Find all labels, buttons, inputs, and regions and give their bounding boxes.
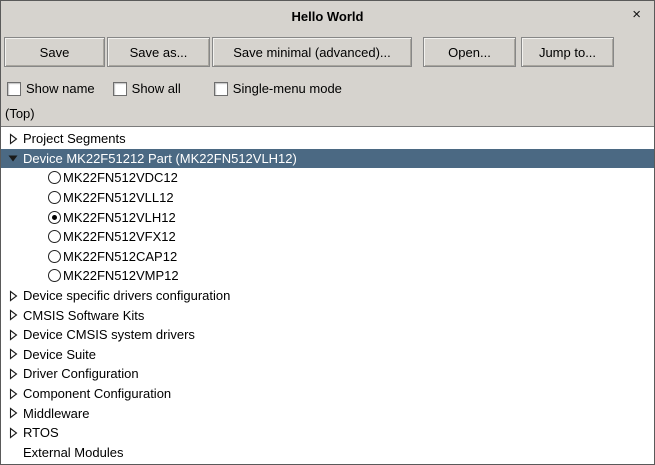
radio-button-icon[interactable] (48, 230, 61, 243)
expander-icon[interactable] (7, 309, 19, 321)
tree-item-label: CMSIS Software Kits (23, 308, 144, 323)
tree-item-mk22fn512vlh12[interactable]: MK22FN512VLH12 (1, 207, 654, 227)
options-row: Show name Show all Single-menu mode (1, 71, 654, 96)
top-label: (Top) (1, 96, 654, 126)
expander-icon[interactable] (7, 388, 19, 400)
tree-item-cmsis-software-kits[interactable]: CMSIS Software Kits (1, 305, 654, 325)
triangle-right-icon[interactable] (7, 290, 19, 302)
radio-dot (52, 215, 57, 220)
tree-item-label: Middleware (23, 406, 89, 421)
tree: Project Segments Device MK22F51212 Part (… (1, 126, 654, 464)
radio-button-icon[interactable] (48, 211, 61, 224)
triangle-right-icon[interactable] (7, 133, 19, 145)
expander-icon[interactable] (7, 407, 19, 419)
expander-icon[interactable] (7, 152, 19, 164)
radio-button-icon[interactable] (48, 269, 61, 282)
triangle-down-icon[interactable] (7, 152, 19, 164)
open-button[interactable]: Open... (423, 37, 516, 67)
tree-item-label: Driver Configuration (23, 366, 139, 381)
radio-button-icon[interactable] (48, 171, 61, 184)
save-as-button[interactable]: Save as... (107, 37, 210, 67)
tree-item-label: MK22FN512VFX12 (63, 229, 176, 244)
jump-to-button[interactable]: Jump to... (521, 37, 614, 67)
toolbar: SaveSave as...Save minimal (advanced)...… (1, 31, 654, 71)
checkbox-box-icon[interactable] (214, 82, 228, 96)
triangle-right-icon[interactable] (7, 348, 19, 360)
tree-item-label: Device MK22F51212 Part (MK22FN512VLH12) (23, 151, 297, 166)
save-minimal-advanced-button[interactable]: Save minimal (advanced)... (212, 37, 412, 67)
tree-item-label: Component Configuration (23, 386, 171, 401)
close-icon[interactable]: × (632, 7, 641, 22)
tree-item-label: Device Suite (23, 347, 96, 362)
triangle-right-icon[interactable] (7, 388, 19, 400)
tree-item-mk22fn512vfx12[interactable]: MK22FN512VFX12 (1, 227, 654, 247)
expander-icon[interactable] (7, 348, 19, 360)
tree-item-driver-configuration[interactable]: Driver Configuration (1, 364, 654, 384)
tree-item-label: MK22FN512VDC12 (63, 170, 178, 185)
checkbox-label: Single-menu mode (233, 81, 342, 96)
radio-button-icon[interactable] (48, 191, 61, 204)
tree-item-mk22fn512cap12[interactable]: MK22FN512CAP12 (1, 247, 654, 267)
checkbox-show-name[interactable]: Show name (7, 81, 95, 96)
triangle-right-icon[interactable] (7, 309, 19, 321)
tree-item-project-segments[interactable]: Project Segments (1, 129, 654, 149)
checkbox-single-menu-mode[interactable]: Single-menu mode (214, 81, 342, 96)
expander-icon[interactable] (7, 368, 19, 380)
tree-item-mk22fn512vdc12[interactable]: MK22FN512VDC12 (1, 168, 654, 188)
triangle-right-icon[interactable] (7, 407, 19, 419)
tree-item-mk22fn512vll12[interactable]: MK22FN512VLL12 (1, 188, 654, 208)
triangle-right-icon[interactable] (7, 368, 19, 380)
tree-item-rtos[interactable]: RTOS (1, 423, 654, 443)
checkbox-box-icon[interactable] (7, 82, 21, 96)
tree-item-device-suite[interactable]: Device Suite (1, 345, 654, 365)
tree-item-label: Device specific drivers configuration (23, 288, 230, 303)
tree-item-label: Project Segments (23, 131, 126, 146)
window: Hello World × SaveSave as...Save minimal… (0, 0, 655, 465)
tree-item-label: MK22FN512VLL12 (63, 190, 174, 205)
tree-item-label: MK22FN512CAP12 (63, 249, 177, 264)
expander-icon[interactable] (7, 290, 19, 302)
expander-icon[interactable] (7, 427, 19, 439)
tree-item-label: MK22FN512VLH12 (63, 210, 176, 225)
triangle-right-icon[interactable] (7, 329, 19, 341)
tree-item-middleware[interactable]: Middleware (1, 403, 654, 423)
tree-item-component-configuration[interactable]: Component Configuration (1, 384, 654, 404)
tree-item-label: Device CMSIS system drivers (23, 327, 195, 342)
triangle-right-icon[interactable] (7, 427, 19, 439)
tree-item-device-specific-drivers-configuration[interactable]: Device specific drivers configuration (1, 286, 654, 306)
titlebar: Hello World × (1, 1, 654, 31)
expander-icon[interactable] (7, 329, 19, 341)
tree-item-device-cmsis-system-drivers[interactable]: Device CMSIS system drivers (1, 325, 654, 345)
checkbox-label: Show all (132, 81, 181, 96)
tree-item-mk22fn512vmp12[interactable]: MK22FN512VMP12 (1, 266, 654, 286)
tree-item-device-mk22f51212-part-mk22fn512vlh12[interactable]: Device MK22F51212 Part (MK22FN512VLH12) (1, 149, 654, 169)
tree-item-label: RTOS (23, 425, 59, 440)
window-title: Hello World (292, 9, 364, 24)
tree-item-label: External Modules (23, 445, 123, 460)
save-button[interactable]: Save (4, 37, 105, 67)
tree-item-external-modules[interactable]: External Modules (1, 443, 654, 463)
checkbox-label: Show name (26, 81, 95, 96)
expander-icon[interactable] (7, 133, 19, 145)
tree-item-label: MK22FN512VMP12 (63, 268, 179, 283)
checkbox-show-all[interactable]: Show all (113, 81, 181, 96)
radio-button-icon[interactable] (48, 250, 61, 263)
checkbox-box-icon[interactable] (113, 82, 127, 96)
